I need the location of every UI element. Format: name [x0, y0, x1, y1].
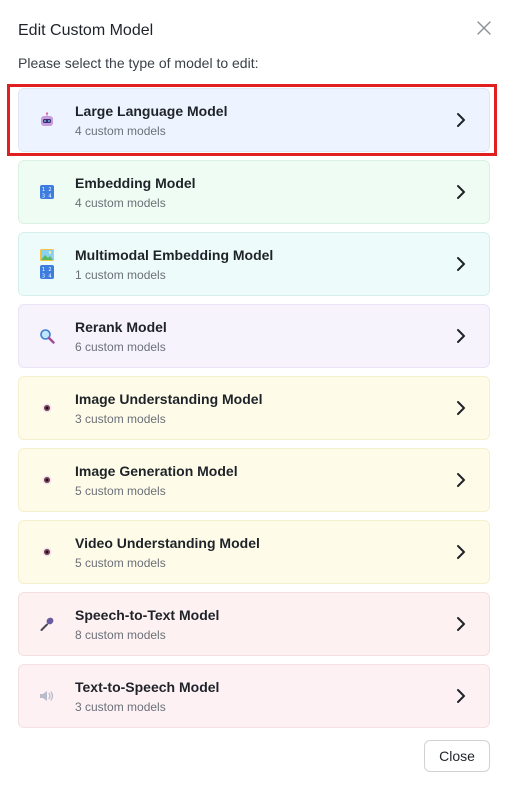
model-card-count: 6 custom models	[75, 339, 166, 354]
model-card-name: Embedding Model	[75, 174, 196, 191]
model-card-count: 1 custom models	[75, 267, 166, 282]
chevron-right-icon	[451, 110, 471, 130]
model-card-text-to-speech-model[interactable]: Text-to-Speech Model 3 custom models	[18, 664, 490, 728]
chevron-right-icon	[451, 326, 471, 346]
edit-custom-model-dialog: Edit Custom Model Please select the type…	[0, 0, 508, 785]
image-numbers-icon: 1 2 3 4	[39, 249, 55, 279]
model-card-name: Multimodal Embedding Model	[75, 246, 274, 263]
eye-icon	[39, 544, 55, 560]
model-card-name: Image Generation Model	[75, 462, 238, 479]
model-card-large-language-model[interactable]: Large Language Model 4 custom models	[18, 88, 490, 152]
chevron-right-icon	[451, 182, 471, 202]
model-card-image-understanding-model[interactable]: Image Understanding Model 3 custom model…	[18, 376, 490, 440]
model-card-multimodal-embedding-model[interactable]: 1 2 3 4 Multimodal Embedding Model 1 cus…	[18, 232, 490, 296]
close-button[interactable]: Close	[424, 740, 490, 772]
speaker-icon	[39, 688, 55, 704]
model-type-list: Large Language Model 4 custom models 1 2…	[18, 88, 490, 736]
magnifier-icon	[39, 328, 55, 344]
model-card-name: Video Understanding Model	[75, 534, 260, 551]
svg-text:2: 2	[48, 267, 51, 273]
model-card-name: Image Understanding Model	[75, 390, 263, 407]
model-card-count: 8 custom models	[75, 627, 166, 642]
svg-text:3: 3	[42, 274, 45, 280]
model-card-image-generation-model[interactable]: Image Generation Model 5 custom models	[18, 448, 490, 512]
model-card-name: Text-to-Speech Model	[75, 678, 220, 695]
chevron-right-icon	[451, 614, 471, 634]
dialog-subtitle: Please select the type of model to edit:	[18, 55, 259, 71]
chevron-right-icon	[451, 470, 471, 490]
model-card-name: Large Language Model	[75, 102, 228, 119]
chevron-right-icon	[451, 254, 471, 274]
close-icon[interactable]	[474, 18, 494, 38]
svg-text:1: 1	[42, 187, 45, 193]
chevron-right-icon	[451, 542, 471, 562]
model-card-name: Speech-to-Text Model	[75, 606, 220, 623]
model-card-embedding-model[interactable]: 1 2 3 4 Embedding Model 4 custom models	[18, 160, 490, 224]
svg-text:3: 3	[42, 194, 45, 200]
svg-text:4: 4	[48, 194, 51, 200]
numbers-icon: 1 2 3 4	[39, 184, 55, 200]
eye-icon	[39, 400, 55, 416]
chevron-right-icon	[451, 686, 471, 706]
eye-icon	[39, 472, 55, 488]
robot-icon	[39, 112, 55, 128]
model-card-count: 3 custom models	[75, 699, 166, 714]
model-card-count: 5 custom models	[75, 555, 166, 570]
model-card-count: 5 custom models	[75, 483, 166, 498]
model-card-name: Rerank Model	[75, 318, 167, 335]
dialog-title: Edit Custom Model	[18, 22, 154, 39]
svg-text:2: 2	[48, 187, 51, 193]
model-card-count: 4 custom models	[75, 123, 166, 138]
model-card-rerank-model[interactable]: Rerank Model 6 custom models	[18, 304, 490, 368]
microphone-icon	[39, 616, 55, 632]
svg-text:4: 4	[48, 274, 51, 280]
model-card-count: 4 custom models	[75, 195, 166, 210]
chevron-right-icon	[451, 398, 471, 418]
model-card-speech-to-text-model[interactable]: Speech-to-Text Model 8 custom models	[18, 592, 490, 656]
model-card-count: 3 custom models	[75, 411, 166, 426]
svg-text:1: 1	[42, 267, 45, 273]
model-card-video-understanding-model[interactable]: Video Understanding Model 5 custom model…	[18, 520, 490, 584]
